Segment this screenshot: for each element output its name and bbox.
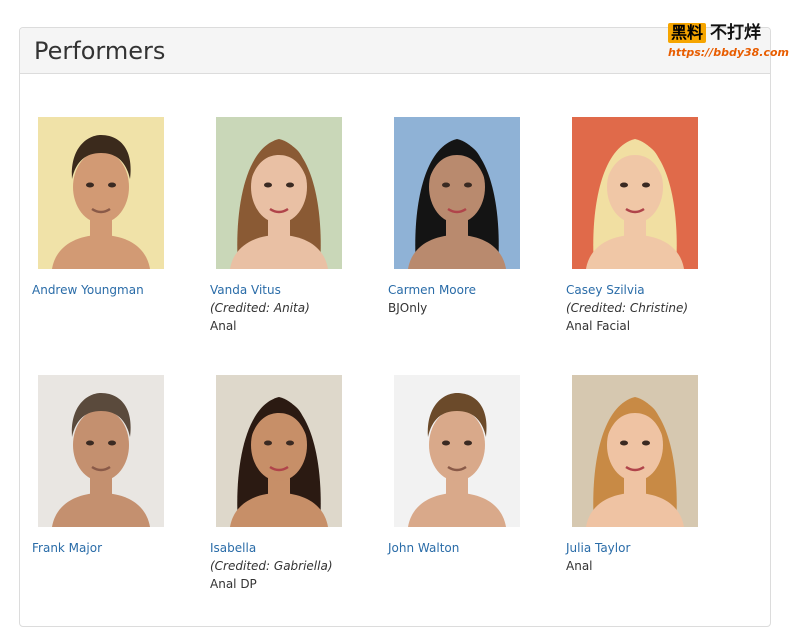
performer-tags: Anal	[210, 319, 237, 333]
performer-photo[interactable]	[572, 117, 698, 269]
page-title: Performers	[34, 36, 166, 65]
male-portrait-icon	[38, 375, 164, 527]
performer-name-link[interactable]: Julia Taylor	[566, 541, 630, 555]
performer-photo[interactable]	[572, 375, 698, 527]
male-portrait-icon	[394, 375, 520, 527]
performer-tags: Anal	[566, 559, 593, 573]
female-portrait-icon	[216, 117, 342, 269]
female-portrait-icon	[572, 375, 698, 527]
watermark: 黑料 不打烊 https://bbdy38.com	[668, 23, 790, 67]
performer-photo[interactable]	[216, 117, 342, 269]
performer-photo[interactable]	[394, 117, 520, 269]
female-portrait-icon	[216, 375, 342, 527]
performer-credited: (Credited: Anita)	[210, 301, 310, 315]
performer-tags: Anal Facial	[566, 319, 631, 333]
performer-tags: BJOnly	[388, 301, 428, 315]
performer-name-link[interactable]: Casey Szilvia	[566, 283, 645, 297]
performer-tags: Anal DP	[210, 577, 257, 591]
performer-name-link[interactable]: Frank Major	[32, 541, 102, 555]
performer-credited: (Credited: Christine)	[566, 301, 689, 315]
performer-name-link[interactable]: Carmen Moore	[388, 283, 476, 297]
watermark-text: 不打烊	[710, 23, 762, 43]
performer-photo[interactable]	[38, 375, 164, 527]
performer-photo[interactable]	[394, 375, 520, 527]
performer-photo[interactable]	[216, 375, 342, 527]
performer-credited: (Credited: Gabriella)	[210, 559, 333, 573]
female-portrait-icon	[572, 117, 698, 269]
female-portrait-icon	[394, 117, 520, 269]
watermark-badge: 黑料	[668, 23, 707, 43]
male-portrait-icon	[38, 117, 164, 269]
performer-name-link[interactable]: Vanda Vitus	[210, 283, 281, 297]
watermark-url: https://bbdy38.com	[668, 46, 790, 59]
performer-photo[interactable]	[38, 117, 164, 269]
performer-name-link[interactable]: John Walton	[388, 541, 459, 555]
panel-heading: Performers	[20, 28, 770, 74]
performer-name-link[interactable]: Isabella	[210, 541, 256, 555]
performer-name-link[interactable]: Andrew Youngman	[32, 283, 144, 297]
